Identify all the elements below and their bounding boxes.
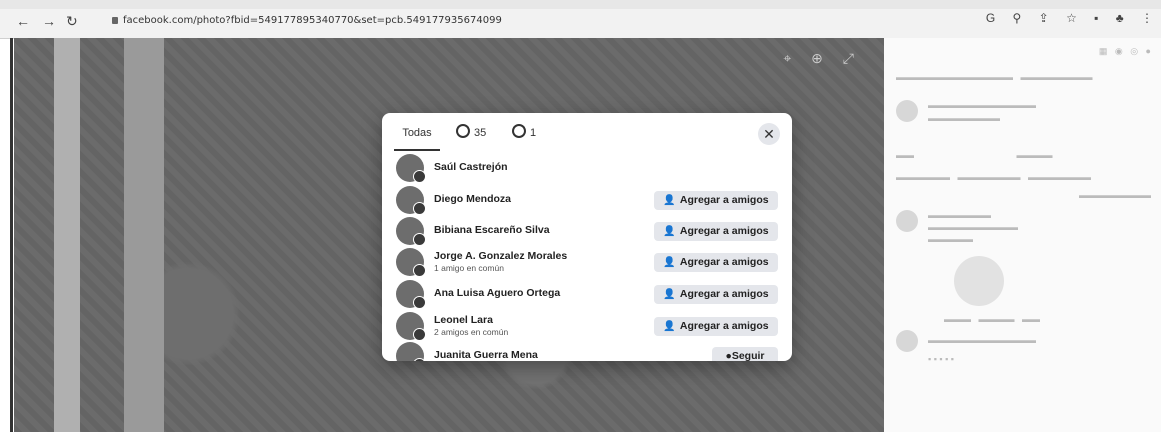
panel-reply-avatar — [896, 330, 918, 352]
mutual-friends: 1 amigo en común — [434, 263, 504, 273]
star-icon[interactable]: ☆ — [1066, 11, 1077, 25]
list-item[interactable]: Bibiana Escareño Silva 👤 Agregar a amigos — [396, 216, 778, 246]
scan-border — [10, 38, 13, 432]
avatar[interactable] — [396, 186, 426, 215]
browser-actions: G ⚲ ⇪ ☆ ▪ ♣ ⋮ — [972, 11, 1153, 25]
tab-like-count: 35 — [474, 127, 487, 139]
avatar[interactable] — [396, 217, 426, 246]
photo-controls: ⌖ ⊕ ⤢ — [767, 50, 854, 67]
fullscreen-icon[interactable]: ⤢ — [843, 50, 854, 66]
add-friend-button[interactable]: 👤 Agregar a amigos — [654, 222, 778, 241]
panel-line: ▬▬▬▬▬▬▬ — [928, 210, 991, 220]
panel-comment-avatar — [896, 210, 918, 232]
add-friend-icon: 👤 — [663, 257, 676, 268]
share-icon[interactable]: ⇪ — [1039, 11, 1049, 25]
tab-love[interactable]: 1 — [512, 121, 536, 149]
follow-button[interactable]: ●Seguir — [712, 347, 778, 361]
photo-pillar — [124, 38, 164, 432]
reaction-badge-icon — [413, 233, 426, 246]
panel-top-icons: ▦ ◉ ◎ ● — [1098, 46, 1151, 56]
list-item[interactable]: Ana Luisa Aguero Ortega 👤 Agregar a amigo… — [396, 279, 778, 309]
tab-icon[interactable]: ▪ — [1094, 11, 1098, 25]
panel-line: ▬▬▬▬▬▬▬▬ — [1079, 190, 1151, 200]
reaction-badge-icon — [413, 202, 426, 215]
panel-line: ▬▬▬▬▬▬▬▬▬▬▬▬ — [928, 100, 1036, 110]
list-item[interactable]: Jorge A. Gonzalez Morales 1 amigo en com… — [396, 247, 778, 277]
tab-all[interactable]: Todas — [394, 121, 440, 151]
tag-icon[interactable]: ⌖ — [783, 50, 791, 66]
add-friend-icon: 👤 — [663, 321, 676, 332]
add-friend-icon: 👤 — [663, 226, 676, 237]
reaction-badge-icon — [413, 358, 426, 361]
add-friend-icon: 👤 — [663, 289, 676, 300]
add-friend-button[interactable]: 👤 Agregar a amigos — [654, 253, 778, 272]
post-side-panel: ▦ ◉ ◎ ● ▬▬▬▬▬▬▬▬▬▬▬▬▬ ▬▬▬▬▬▬▬▬ ▬▬▬▬▬▬▬▬▬… — [884, 38, 1161, 432]
person-name[interactable]: Bibiana Escareño Silva — [434, 224, 550, 236]
back-icon[interactable]: ← — [16, 12, 30, 30]
like-icon — [456, 124, 470, 138]
address-bar[interactable]: facebook.com/photo?fbid=549177895340770&… — [112, 12, 932, 30]
photo-wall — [54, 38, 80, 432]
add-friend-button[interactable]: 👤 Agregar a amigos — [654, 285, 778, 304]
person-name[interactable]: Saúl Castrejón — [434, 161, 508, 173]
panel-line: ▬▬▬▬▬▬▬▬ — [928, 113, 1000, 123]
zoom-in-icon[interactable]: ⊕ — [811, 50, 823, 66]
add-friend-label: Agregar a amigos — [679, 225, 769, 237]
panel-sticker — [954, 256, 1004, 306]
love-icon — [512, 124, 526, 138]
tab-like[interactable]: 35 — [456, 121, 486, 149]
panel-line: ▬▬▬▬▬▬▬▬▬▬▬▬▬ ▬▬▬▬▬▬▬▬ — [896, 72, 1093, 82]
menu-icon[interactable]: ⋮ — [1141, 11, 1153, 25]
panel-line: ▬▬ ▬▬▬▬ — [896, 150, 1053, 160]
person-name[interactable]: Diego Mendoza — [434, 193, 511, 205]
add-friend-label: Agregar a amigos — [679, 288, 769, 300]
mutual-friends: 2 amigos en común — [434, 327, 509, 337]
reactions-dialog: Todas 35 1 ✕ Saúl Castrejón Diego Mendoz… — [382, 113, 792, 361]
add-friend-button[interactable]: 👤 Agregar a amigos — [654, 191, 778, 210]
panel-line: ▬▬▬▬▬ — [928, 234, 973, 244]
person-name[interactable]: Jorge A. Gonzalez Morales — [434, 250, 567, 262]
reaction-badge-icon — [413, 328, 426, 341]
person-name[interactable]: Juanita Guerra Mena — [434, 349, 538, 361]
tab-strip — [0, 0, 1161, 9]
avatar[interactable] — [396, 342, 426, 361]
tab-all-label: Todas — [402, 127, 432, 139]
add-friend-button[interactable]: 👤 Agregar a amigos — [654, 317, 778, 336]
lock-icon — [112, 16, 118, 24]
google-icon[interactable]: G — [986, 11, 995, 25]
add-friend-label: Agregar a amigos — [679, 256, 769, 268]
add-friend-label: Agregar a amigos — [679, 320, 769, 332]
list-item[interactable]: Saúl Castrejón — [396, 153, 778, 183]
extension-icon[interactable]: ♣ — [1116, 11, 1124, 25]
list-item[interactable]: Juanita Guerra Mena ●Seguir — [396, 341, 778, 361]
close-glyph: ✕ — [763, 126, 775, 142]
list-item[interactable]: Diego Mendoza 👤 Agregar a amigos — [396, 185, 778, 215]
reload-icon[interactable]: ↻ — [66, 12, 78, 30]
reaction-badge-icon — [413, 296, 426, 309]
add-friend-label: Agregar a amigos — [679, 194, 769, 206]
forward-icon[interactable]: → — [42, 12, 56, 30]
add-friend-icon: 👤 — [663, 195, 676, 206]
avatar[interactable] — [396, 154, 426, 183]
close-icon[interactable]: ✕ — [758, 123, 780, 145]
list-item[interactable]: Leonel Lara 2 amigos en común 👤 Agregar a… — [396, 311, 778, 341]
avatar[interactable] — [396, 248, 426, 277]
follow-label: Seguir — [731, 350, 765, 361]
browser-toolbar: ← → ↻ facebook.com/photo?fbid=5491778953… — [0, 0, 1161, 39]
person-name[interactable]: Ana Luisa Aguero Ortega — [434, 287, 560, 299]
panel-line: ▬▬▬▬▬▬▬▬▬▬▬▬ — [928, 335, 1036, 345]
panel-author-avatar — [896, 100, 918, 122]
reaction-badge-icon — [413, 170, 426, 183]
avatar[interactable] — [396, 312, 426, 341]
panel-line: ▬▬▬▬▬▬ ▬▬▬▬▬▬▬ ▬▬▬▬▬▬▬ — [896, 172, 1092, 182]
reaction-badge-icon — [413, 264, 426, 277]
tab-love-count: 1 — [530, 127, 537, 139]
url-text: facebook.com/photo?fbid=549177895340770&… — [123, 15, 502, 26]
avatar[interactable] — [396, 280, 426, 309]
panel-line: ▪ ▪ ▪ ▪ ▪ — [928, 354, 954, 364]
panel-line: ▬▬▬▬▬▬▬▬▬▬ — [928, 222, 1018, 232]
zoom-icon[interactable]: ⚲ — [1013, 11, 1022, 25]
person-name[interactable]: Leonel Lara — [434, 314, 493, 326]
panel-line: ▬▬▬ ▬▬▬▬ ▬▬ — [944, 314, 1041, 324]
